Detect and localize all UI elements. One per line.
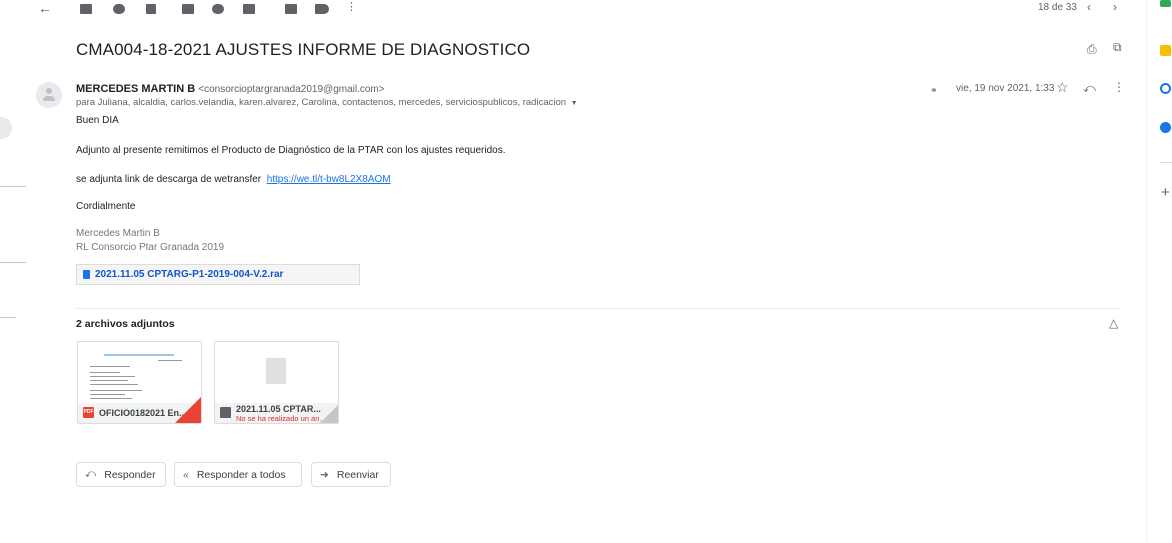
- avatar-body: [43, 96, 55, 101]
- sender-email: <consorcioptargranada2019@gmail.com>: [198, 84, 385, 95]
- delete-icon[interactable]: [146, 4, 156, 14]
- thumb-line: [90, 390, 142, 391]
- inline-attachment-name: 2021.11.05 CPTARG-P1-2019-004-V.2.rar: [95, 269, 284, 280]
- email-link-line: se adjunta link de descarga de wetransfe…: [76, 174, 391, 185]
- sender-line: MERCEDES MARTIN B <consorcioptargranada2…: [76, 83, 385, 95]
- email-closing: Cordialmente: [76, 201, 136, 212]
- thumb-line: [90, 380, 128, 381]
- forward-button[interactable]: ➜ Reenviar: [311, 462, 391, 487]
- signature-name: Mercedes Martin B: [76, 228, 160, 239]
- file-corner-fold: [320, 405, 338, 423]
- attachment-name: 2021.11.05 CPTAR...: [236, 404, 321, 414]
- recipients-text: para Juliana, alcaldia, carlos.velandia,…: [76, 97, 567, 108]
- attachments-heading: 2 archivos adjuntos: [76, 318, 175, 330]
- move-to-icon[interactable]: [285, 4, 297, 14]
- add-addon-icon[interactable]: +: [1161, 184, 1170, 201]
- inline-attachment-chip[interactable]: 2021.11.05 CPTARG-P1-2019-004-V.2.rar: [76, 264, 360, 285]
- attachment-name: OFICIO0182021 En...: [99, 408, 187, 418]
- signature-title: RL Consorcio Ptar Granada 2019: [76, 242, 225, 253]
- link-prefix: se adjunta link de descarga de wetransfe…: [76, 174, 262, 185]
- left-nav-divider: [0, 262, 26, 263]
- contacts-icon[interactable]: [1160, 122, 1171, 133]
- attachment-card-rar[interactable]: 2021.11.05 CPTAR... No se ha realizado u…: [214, 341, 339, 424]
- thumb-line: [90, 394, 125, 395]
- calendar-icon[interactable]: [1160, 0, 1171, 7]
- avatar-head: [46, 88, 52, 94]
- email-subject: CMA004-18-2021 AJUSTES INFORME DE DIAGNO…: [76, 40, 531, 59]
- attachments-divider: [76, 308, 1120, 309]
- file-placeholder-icon: [266, 358, 286, 384]
- left-nav-edge: [0, 117, 12, 139]
- forward-icon: ➜: [320, 468, 329, 481]
- attachment-indicator-icon: ⚭: [930, 85, 938, 95]
- reply-label: Responder: [104, 468, 156, 481]
- thumb-line: [90, 372, 120, 373]
- side-panel: [1146, 0, 1172, 543]
- pdf-icon: PDF: [83, 407, 94, 418]
- add-task-icon[interactable]: [243, 4, 255, 14]
- pdf-corner-fold: [175, 397, 201, 423]
- tasks-icon[interactable]: [1160, 83, 1171, 94]
- open-new-window-icon[interactable]: ⧉: [1113, 40, 1122, 55]
- left-nav-divider: [0, 317, 16, 318]
- generic-file-thumbnail: [215, 342, 338, 407]
- avatar[interactable]: [36, 82, 62, 108]
- file-icon: [83, 270, 90, 279]
- thumb-line: [90, 384, 138, 385]
- more-options-icon[interactable]: ⋮: [1113, 80, 1125, 94]
- forward-label: Reenviar: [336, 468, 379, 481]
- archive-file-icon: [220, 407, 231, 418]
- left-nav-divider: [0, 186, 26, 187]
- mark-unread-icon[interactable]: [182, 4, 194, 14]
- newer-icon[interactable]: ‹: [1087, 0, 1091, 14]
- reply-button[interactable]: ⤺ Responder: [76, 462, 166, 487]
- reply-all-button[interactable]: « Responder a todos: [174, 462, 302, 487]
- snooze-icon[interactable]: [212, 4, 224, 14]
- show-details-icon[interactable]: ▼: [571, 100, 578, 107]
- email-greeting: Buen DIA: [76, 115, 119, 126]
- older-icon[interactable]: ›: [1113, 0, 1117, 14]
- thumb-line: [90, 366, 130, 367]
- email-paragraph: Adjunto al presente remitimos el Product…: [76, 145, 506, 156]
- thumb-line: [104, 354, 174, 356]
- attachment-card-pdf[interactable]: PDF OFICIO0182021 En...: [77, 341, 202, 424]
- print-icon[interactable]: ⎙: [1087, 42, 1097, 57]
- keep-icon[interactable]: [1160, 45, 1171, 56]
- reply-arrow-icon: ⤺: [85, 468, 97, 480]
- thumb-line: [158, 360, 182, 361]
- more-vert-icon[interactable]: ⋮: [346, 0, 357, 13]
- report-spam-icon[interactable]: [113, 4, 125, 14]
- thumb-line: [90, 376, 135, 377]
- side-panel-divider: [1160, 162, 1172, 163]
- back-arrow-icon[interactable]: ←: [38, 0, 52, 16]
- email-date: vie, 19 nov 2021, 1:33: [956, 83, 1055, 94]
- thumb-line: [90, 398, 132, 399]
- sender-name[interactable]: MERCEDES MARTIN B: [76, 83, 195, 95]
- reply-all-label: Responder a todos: [196, 468, 286, 481]
- reply-all-icon: «: [183, 468, 189, 481]
- star-icon[interactable]: ☆: [1056, 79, 1069, 96]
- reply-icon[interactable]: ⤺: [1083, 81, 1096, 96]
- add-to-drive-icon[interactable]: △: [1109, 316, 1118, 330]
- label-icon[interactable]: [315, 4, 329, 14]
- wetransfer-link[interactable]: https://we.tl/t-bw8L2X8AOM: [267, 174, 391, 185]
- recipients-line[interactable]: para Juliana, alcaldia, carlos.velandia,…: [76, 97, 578, 108]
- archive-icon[interactable]: [80, 4, 92, 14]
- pagination: 18 de 33: [1038, 2, 1077, 13]
